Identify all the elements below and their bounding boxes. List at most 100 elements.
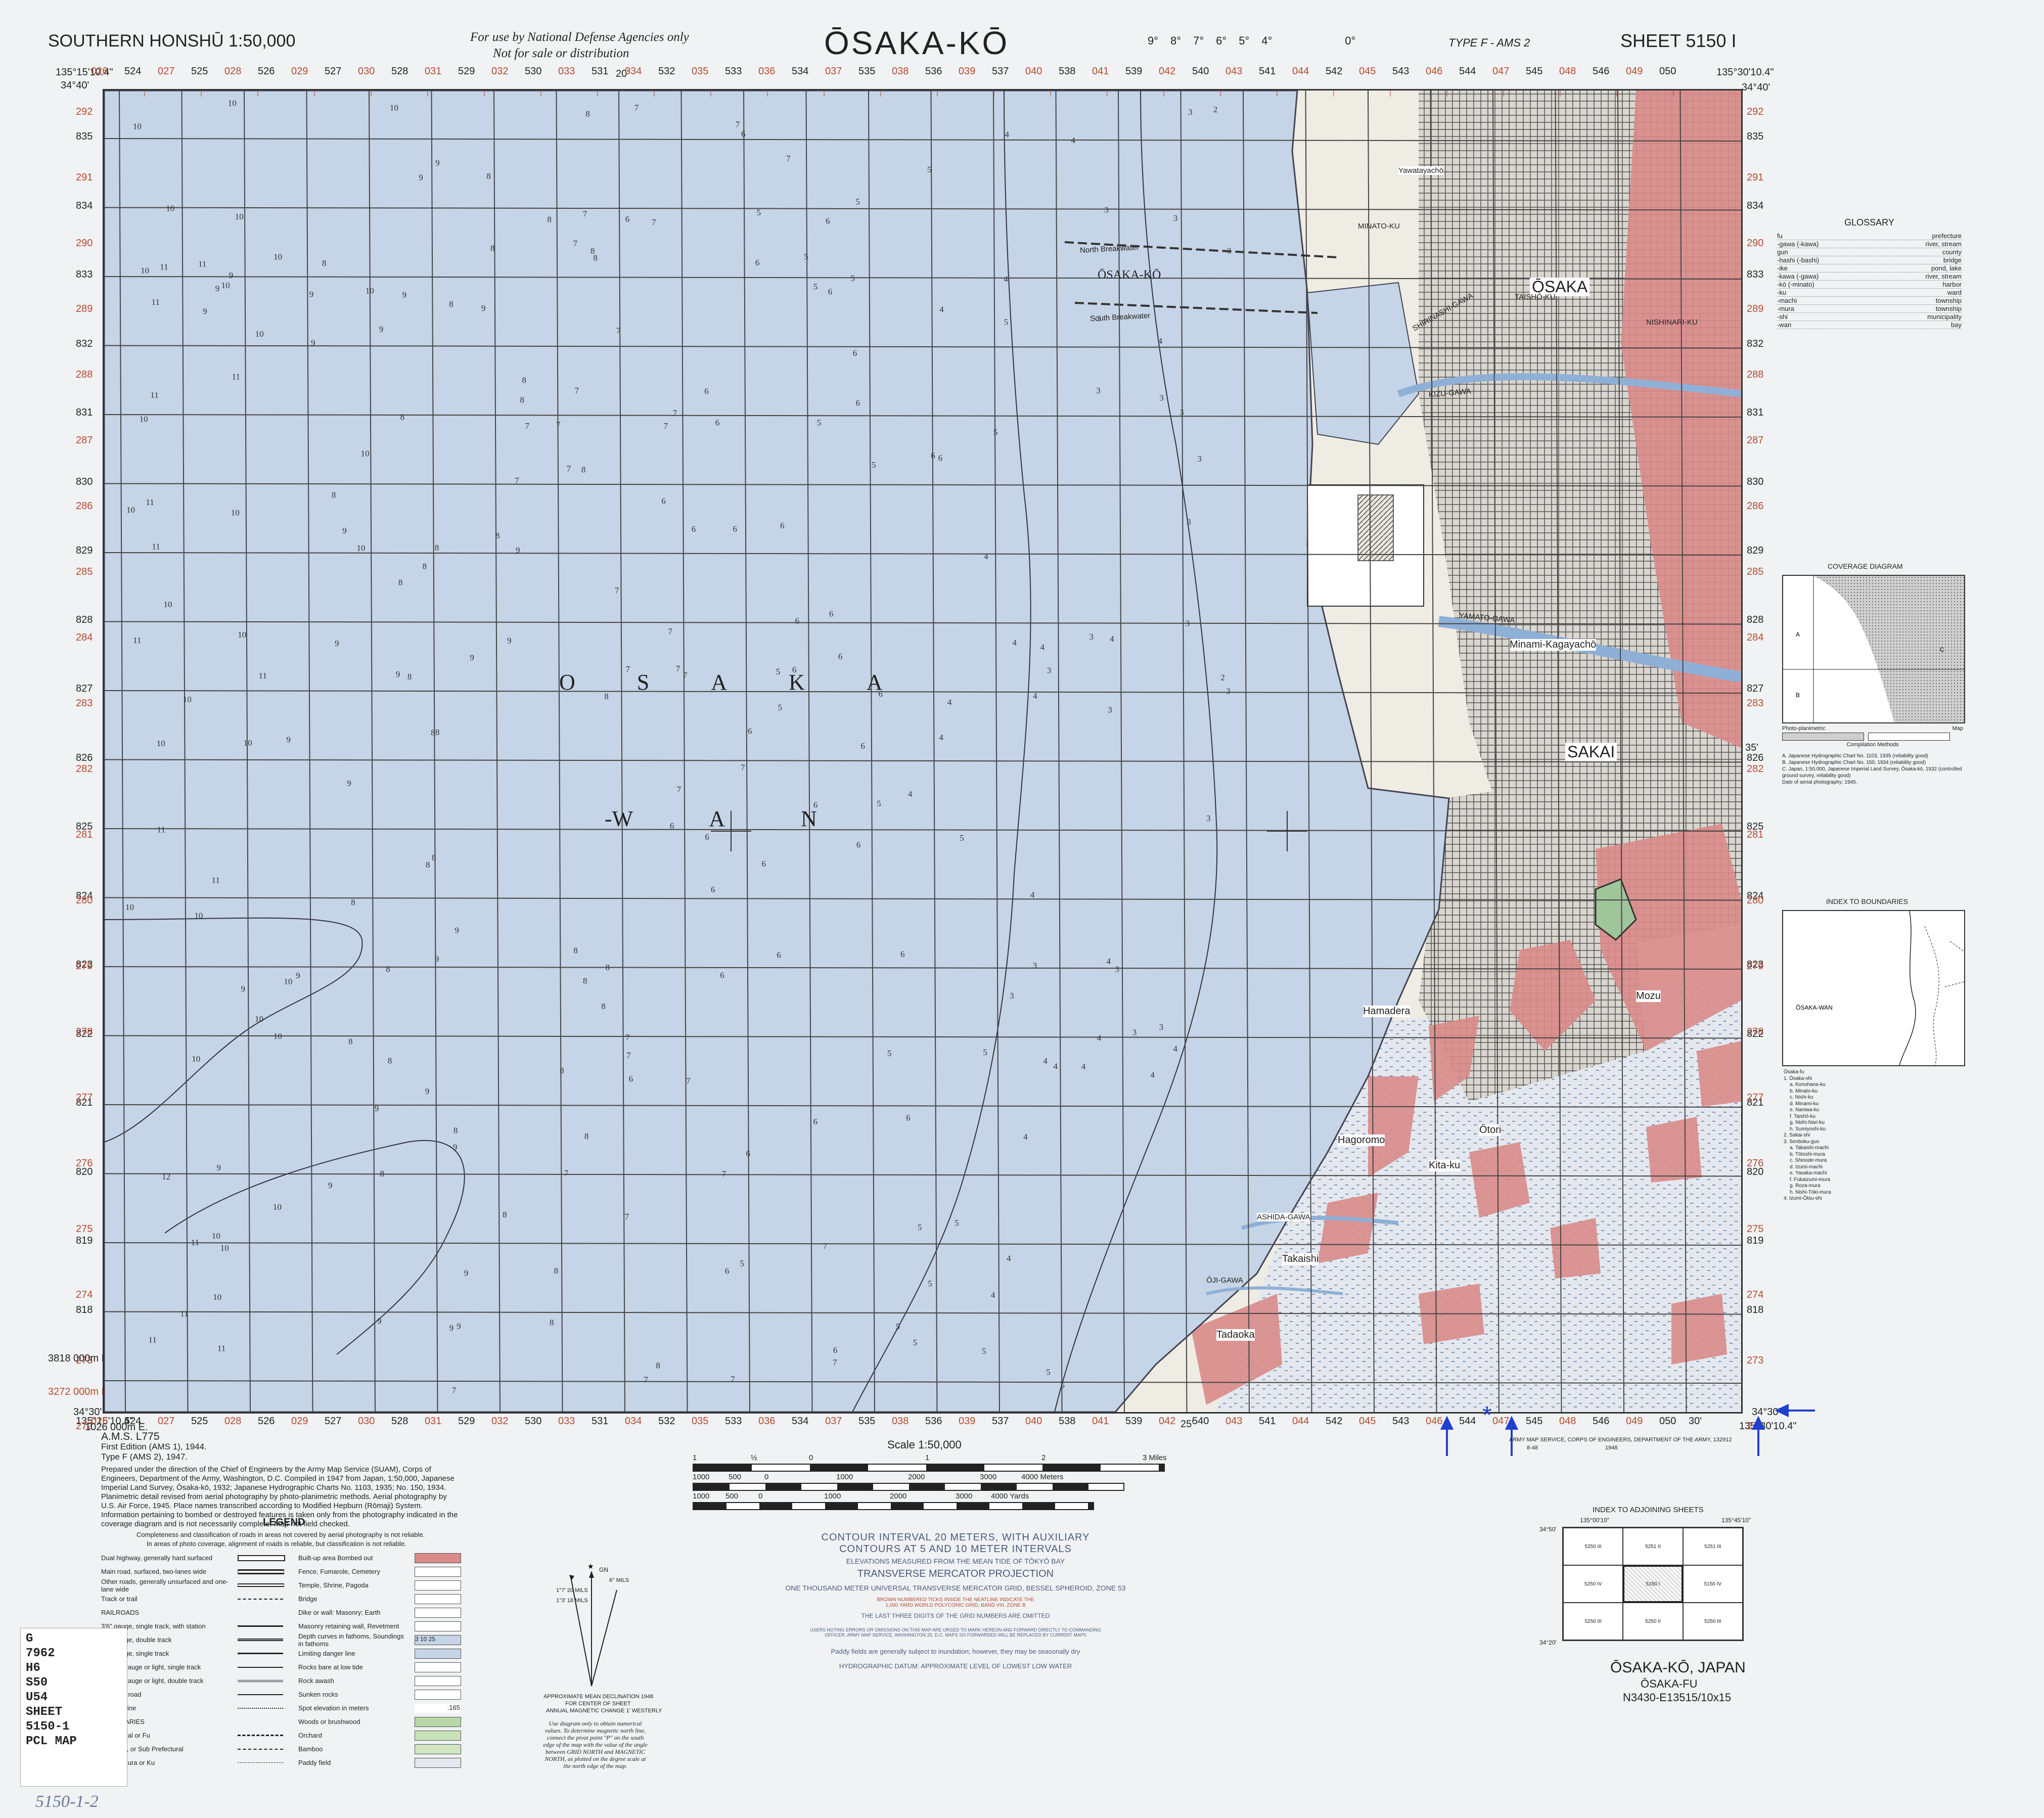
map-frame[interactable]: 6 9 10 8 5 8 6 11 11 9 5 2 6 4 10 3 6 5 6 8 3 7 7 8 9 4 6 8 5 3 5 3 5 4 11… <box>103 89 1743 1414</box>
adjoining-sheet-current[interactable]: 5150 I <box>1623 1565 1683 1603</box>
sounding-value: 9 <box>435 954 439 964</box>
sounding-value: 7 <box>583 209 587 219</box>
top-easting-labels: 026 524 027 525 028 526 029 527 030 528 031 529 032 5… <box>0 66 2044 86</box>
sounding-value: 6 <box>777 950 781 960</box>
adjoining-sheet[interactable]: 5150 IV <box>1683 1565 1743 1603</box>
sounding-value: 5 <box>872 460 876 470</box>
boundaries-diagram: ŌSAKA-WAN <box>1782 910 1965 1066</box>
adjoining-lat-top: 34°50' <box>1539 1526 1557 1533</box>
adjoining-sheet[interactable]: 5250 III <box>1563 1603 1623 1640</box>
sounding-value: 6 <box>795 616 800 625</box>
otori-label: Ōtori <box>1479 1124 1502 1136</box>
glossary-entry: -shi municipality <box>1777 313 1962 321</box>
sounding-value: 3 <box>1188 107 1193 117</box>
sounding-value: 7 <box>573 239 577 248</box>
sounding-value: 7 <box>615 585 619 595</box>
easting-label: 526 <box>258 1416 275 1427</box>
polyconic-northing-label: 283 <box>1747 698 1764 709</box>
polyconic-northing-label: 276 <box>1747 1158 1764 1169</box>
easting-label: 035 <box>692 1416 709 1427</box>
easting-label: 533 <box>725 1416 742 1427</box>
sounding-value: 4 <box>1040 642 1045 652</box>
sounding-value: 6 <box>715 418 720 427</box>
adjoining-sheet[interactable]: 5250 II <box>1623 1603 1683 1640</box>
adjoining-sheet[interactable]: 5250 III <box>1683 1603 1743 1640</box>
sounding-value: 10 <box>183 695 192 704</box>
legend-item: Depth curves in fathoms, Soundings in fa… <box>298 1632 470 1648</box>
scale-label: 4000 Yards <box>991 1492 1029 1501</box>
sounding-value: 7 <box>673 408 677 418</box>
sounding-value: 8 <box>431 728 435 738</box>
sounding-value: 6 <box>711 885 715 894</box>
edition-1: First Edition (AMS 1), 1944. <box>101 1442 207 1451</box>
easting-label: 534 <box>792 66 809 77</box>
sounding-value: 4 <box>1004 274 1008 284</box>
adjoining-sheet[interactable]: 5250 IV <box>1563 1565 1623 1603</box>
sounding-value: 5 <box>804 252 808 261</box>
polyconic-northing-label: 272 <box>1747 1421 1764 1432</box>
easting-label: 043 <box>1225 1416 1243 1427</box>
coverage-diagram: A B C <box>1782 575 1965 723</box>
polyconic-northing-label: 286 <box>1747 501 1764 512</box>
sounding-value: 9 <box>464 1268 469 1278</box>
adjoining-sheet[interactable]: 5250 III <box>1563 1528 1623 1565</box>
sounding-value: 6 <box>741 129 746 139</box>
easting-label: 050 <box>1659 1416 1676 1427</box>
declination-caption-1: APPROXIMATE MEAN DECLINATION 1948 <box>543 1694 654 1700</box>
boundary-entry: h. Sumiyoshi-ku <box>1790 1126 1826 1132</box>
adjoining-sheet[interactable]: 5251 II <box>1623 1528 1683 1565</box>
polyconic-northing-label: 284 <box>1747 632 1764 643</box>
easting-label: 525 <box>191 1416 208 1427</box>
coverage-note: Date of aerial photography: 1945. <box>1782 780 1857 785</box>
sounding-value: 7 <box>515 476 519 485</box>
easting-label: 028 <box>224 66 242 77</box>
easting-label: 040 <box>1025 1416 1042 1427</box>
easting-label: 031 <box>425 1416 442 1427</box>
easting-label: 035 <box>692 66 709 77</box>
sounding-value: 9 <box>296 971 300 980</box>
scale-bar <box>693 1502 1094 1510</box>
easting-label: 539 <box>1125 66 1143 77</box>
sounding-value: 8 <box>495 531 500 540</box>
polyconic-northing-label: 287 <box>1747 435 1764 446</box>
easting-label: 530 <box>525 66 542 77</box>
sounding-value: 11 <box>152 541 160 551</box>
polyconic-northing-label: 288 <box>1747 369 1764 380</box>
sounding-value: 4 <box>1007 1253 1011 1263</box>
polyconic-northing-label: 287 <box>76 435 93 446</box>
sounding-value: 12 <box>162 1172 170 1181</box>
easting-label: 529 <box>458 66 475 77</box>
sounding-value: 6 <box>761 859 766 869</box>
northing-label: 834 <box>1747 200 1764 211</box>
sounding-value: 5 <box>993 428 998 437</box>
scale-bars: 1 ½ 0 1 2 3 Miles 1000 500 0 1000 2000 3000 4000 Met… <box>693 1453 1193 1510</box>
sounding-value: 7 <box>564 1168 569 1178</box>
sounding-value: 7 <box>722 1169 726 1178</box>
sounding-value: 4 <box>1150 1070 1155 1079</box>
easting-label: 545 <box>1526 66 1543 77</box>
declination-gn: GN <box>599 1566 608 1573</box>
sounding-value: 10 <box>125 902 134 912</box>
easting-label: 544 <box>1459 66 1476 77</box>
sounding-value: 8 <box>581 465 586 474</box>
adjoining-sheet[interactable]: 5251 III <box>1683 1528 1743 1565</box>
sounding-value: 3 <box>1206 813 1211 823</box>
sounding-value: 5 <box>757 208 761 217</box>
sounding-value: 5 <box>813 282 818 291</box>
northing-label: 833 <box>1747 269 1764 280</box>
northing-label: 835 <box>76 131 93 142</box>
easting-label: 532 <box>658 1416 675 1427</box>
sounding-value: 8 <box>426 860 430 870</box>
scale-label: 0 <box>809 1453 813 1462</box>
easting-label: 531 <box>592 1416 609 1427</box>
sounding-value: 8 <box>490 243 495 253</box>
sounding-value: 8 <box>380 1169 385 1178</box>
sounding-value: 5 <box>855 197 860 206</box>
sounding-value: 10 <box>284 977 292 986</box>
sounding-value: 4 <box>1013 638 1017 648</box>
northing-label: 833 <box>76 269 93 280</box>
topographic-map[interactable]: 6910858611119526410365683778946853535411… <box>104 90 1741 1412</box>
legend-right-column: Built-up area Bombed out Fence, Fumarole,… <box>298 1551 470 1769</box>
easting-label: 050 <box>1659 66 1676 77</box>
sounding-value: 6 <box>828 287 833 296</box>
